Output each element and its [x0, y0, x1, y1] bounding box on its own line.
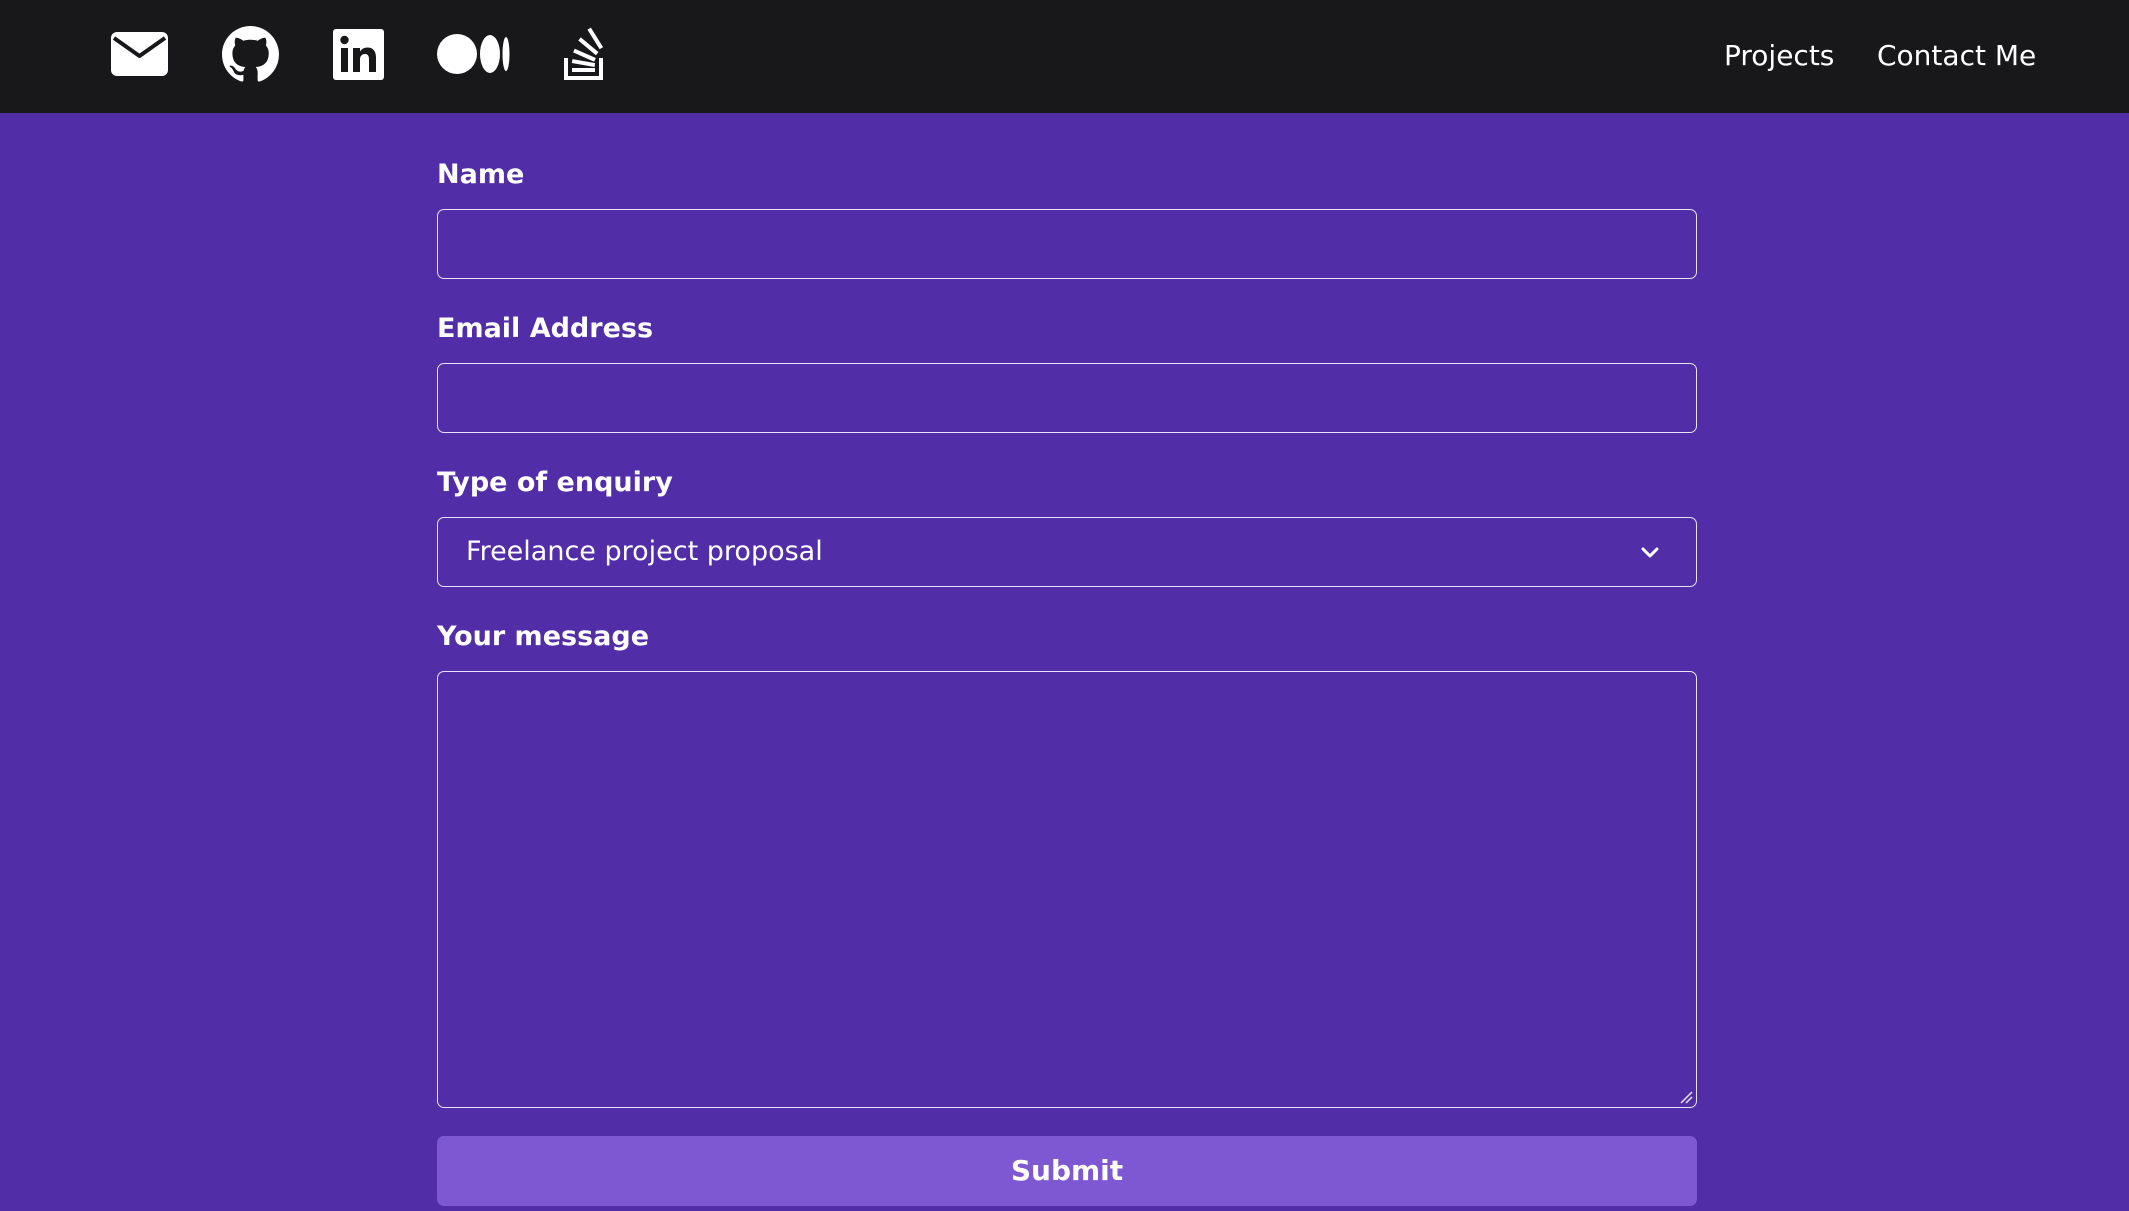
- medium-icon: [437, 34, 510, 74]
- stack-overflow-link[interactable]: [563, 27, 608, 80]
- github-icon: [222, 26, 279, 82]
- message-textarea[interactable]: [437, 671, 1697, 1108]
- stack-overflow-icon: [564, 27, 604, 80]
- name-label: Name: [437, 159, 525, 190]
- linkedin-link[interactable]: [333, 29, 384, 80]
- github-link[interactable]: [222, 26, 279, 83]
- nav-link-projects[interactable]: Projects: [1724, 36, 1834, 76]
- email-input[interactable]: [437, 363, 1697, 433]
- name-input[interactable]: [437, 209, 1697, 279]
- email-label: Email Address: [437, 313, 654, 344]
- submit-button[interactable]: Submit: [437, 1136, 1697, 1206]
- navbar: Projects Contact Me: [0, 0, 2129, 113]
- medium-link[interactable]: [437, 33, 510, 75]
- message-label: Your message: [437, 621, 650, 652]
- resize-grip-icon[interactable]: [1679, 1090, 1693, 1104]
- email-link[interactable]: [111, 32, 168, 76]
- envelope-icon: [111, 32, 168, 76]
- enquiry-type-label: Type of enquiry: [437, 467, 673, 498]
- enquiry-type-value: Freelance project proposal: [466, 536, 823, 567]
- chevron-down-icon: [1641, 547, 1659, 558]
- nav-link-contact[interactable]: Contact Me: [1877, 36, 2036, 76]
- linkedin-icon: [333, 29, 384, 80]
- enquiry-type-select[interactable]: Freelance project proposal: [437, 517, 1697, 587]
